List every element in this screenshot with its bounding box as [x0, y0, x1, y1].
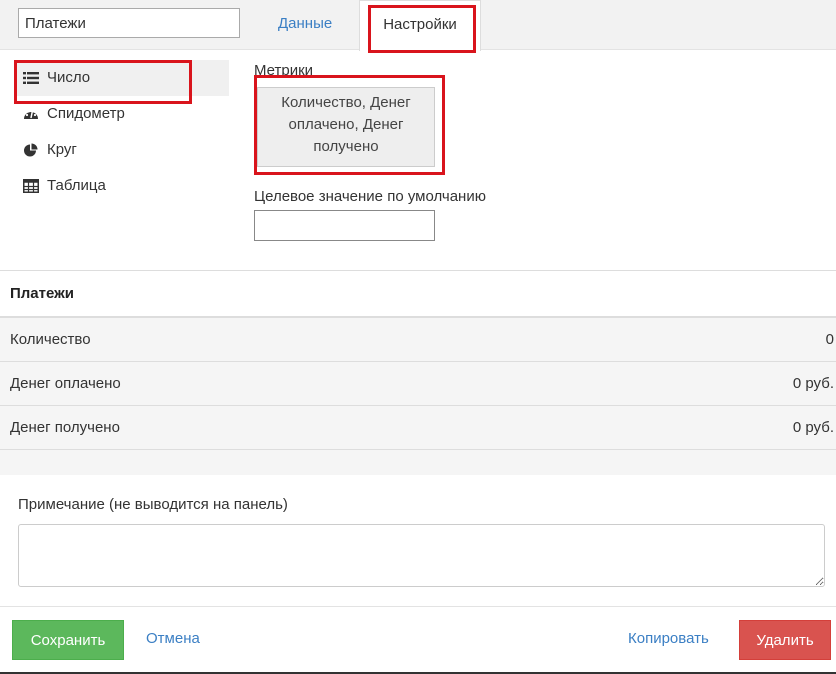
preview-title: Платежи — [0, 271, 836, 318]
preview-row: Количество 0 — [0, 318, 836, 362]
copy-link[interactable]: Копировать — [628, 630, 709, 647]
preview-row-label: Количество — [10, 331, 91, 348]
chart-type-number[interactable]: Число — [14, 60, 229, 104]
footer-actions: Сохранить Отмена Копировать Удалить — [0, 606, 836, 674]
note-label: Примечание (не выводится на панель) — [18, 496, 288, 513]
preview-row-value: 0 руб. — [792, 419, 834, 436]
preview-row-label: Денег получено — [10, 419, 120, 436]
chart-type-pie[interactable]: Круг — [16, 132, 229, 168]
tab-settings[interactable]: Настройки — [359, 0, 481, 53]
cancel-link[interactable]: Отмена — [146, 630, 200, 647]
chart-type-label: Таблица — [47, 177, 106, 194]
save-button[interactable]: Сохранить — [12, 620, 124, 660]
preview-row-value: 0 — [825, 331, 834, 348]
target-value-label: Целевое значение по умолчанию — [254, 188, 486, 205]
chart-type-table[interactable]: Таблица — [16, 168, 229, 204]
panel-name-input[interactable] — [18, 8, 240, 38]
widget-preview: Платежи Количество 0 Денег оплачено 0 ру… — [0, 270, 836, 475]
preview-row: Денег оплачено 0 руб. — [0, 362, 836, 406]
top-bar: Данные Настройки — [0, 0, 836, 53]
note-textarea[interactable] — [18, 524, 825, 587]
chart-type-label: Круг — [47, 141, 77, 158]
tab-data[interactable]: Данные — [264, 0, 346, 50]
list-icon — [23, 72, 39, 84]
pie-chart-icon — [24, 143, 38, 157]
table-icon — [23, 179, 39, 193]
target-value-input[interactable] — [254, 210, 435, 241]
chart-type-label: Число — [47, 69, 91, 86]
preview-row: Денег получено 0 руб. — [0, 406, 836, 450]
preview-row-label: Денег оплачено — [10, 375, 121, 392]
chart-type-list: Число Спидометр Круг Таблица — [14, 60, 229, 204]
chart-type-label: Спидометр — [47, 105, 125, 122]
chart-type-speedometer[interactable]: Спидометр — [16, 96, 229, 132]
preview-row-value: 0 руб. — [792, 375, 834, 392]
metrics-label: Метрики — [254, 62, 314, 79]
delete-button[interactable]: Удалить — [739, 620, 831, 660]
speedometer-icon — [24, 110, 38, 119]
metrics-select[interactable]: Количество, Денег оплачено, Денег получе… — [257, 87, 435, 167]
